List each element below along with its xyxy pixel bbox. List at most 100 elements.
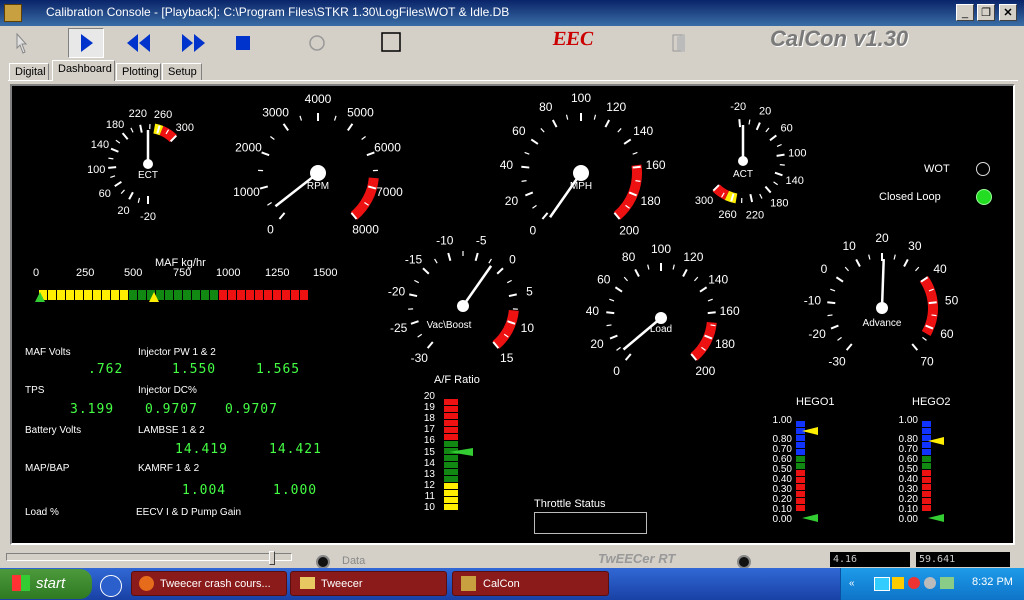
security-shield-icon[interactable] — [892, 577, 904, 589]
start-label: start — [36, 575, 66, 592]
pointer-icon[interactable] — [12, 30, 36, 56]
af-scale-label: 18 — [423, 413, 435, 425]
close-button[interactable]: ✕ — [999, 4, 1017, 21]
mph-tick — [632, 165, 641, 169]
record-icon[interactable] — [306, 30, 328, 56]
af-scale-label: 10 — [423, 502, 435, 513]
advance-tick — [835, 276, 844, 283]
maf-bar-segment — [138, 290, 146, 300]
status-radio[interactable] — [737, 555, 751, 569]
hego1-bar-segment — [796, 449, 805, 455]
load-tick — [707, 298, 713, 302]
maf-bar-segment — [201, 290, 209, 300]
af-bar-segment — [444, 476, 458, 482]
mph-tick — [635, 180, 641, 182]
ect-hub — [143, 159, 153, 169]
vac-tick — [409, 293, 418, 298]
slider-thumb[interactable] — [269, 551, 275, 565]
volume-icon[interactable] — [924, 577, 936, 589]
maf-bar-segment — [237, 290, 245, 300]
tps-value: 3.199 — [70, 402, 115, 417]
maf-bar-segment — [183, 290, 191, 300]
ect-tick-label: -20 — [140, 211, 156, 223]
data-radio[interactable] — [316, 555, 330, 569]
load-tick-label: 120 — [683, 250, 703, 264]
start-button[interactable]: start — [0, 569, 92, 599]
tab-digital[interactable]: Digital — [9, 63, 49, 80]
mph-tick-label: 40 — [500, 158, 514, 172]
mph-gauge: 0 20 40 60 80 100 120 140 160 180 200 MPH — [500, 91, 666, 237]
mph-tick — [623, 138, 632, 145]
hego2-bar — [922, 421, 931, 512]
hego2-bar-segment — [922, 421, 931, 427]
advance-tick-label: 50 — [945, 294, 959, 308]
ect-tick-label: 140 — [91, 139, 109, 151]
tab-plotting[interactable]: Plotting — [116, 63, 161, 80]
maf-bar-segment — [192, 290, 200, 300]
rewind-icon[interactable] — [124, 30, 154, 56]
rpm-tick-label: 6000 — [374, 141, 401, 155]
play-button[interactable] — [68, 28, 104, 58]
app-icon[interactable] — [4, 4, 22, 22]
ect-tick — [108, 157, 114, 160]
rpm-gauge: 0 1000 2000 3000 4000 5000 6000 7000 8000 RPM — [233, 92, 403, 237]
af-bar-segment — [444, 497, 458, 503]
vac-tick — [488, 258, 492, 264]
kamrf-label: KAMRF 1 & 2 — [138, 463, 200, 474]
window-title: Calibration Console - [Playback]: C:\Pro… — [46, 5, 510, 19]
hego1-bar-segment — [796, 484, 805, 490]
af-bar-segment — [444, 504, 458, 510]
ect-tick-label: 60 — [99, 188, 111, 200]
maf-bar-segment — [228, 290, 236, 300]
vac-tick-label: -5 — [476, 233, 487, 247]
mph-tick-label: 160 — [646, 158, 666, 172]
playback-slider[interactable] — [6, 553, 292, 561]
rpm-tick-label: 1000 — [233, 185, 260, 199]
act-tick — [769, 134, 777, 142]
door-icon[interactable] — [668, 30, 692, 56]
tray-chevron-icon[interactable]: « — [849, 578, 855, 589]
advance-tick-label: -30 — [828, 355, 846, 369]
taskbar-item-firefox[interactable]: Tweecer crash cours... — [131, 571, 287, 596]
hego2-label: HEGO2 — [912, 396, 951, 408]
tray-app-icon[interactable] — [940, 577, 954, 589]
media-player-icon[interactable] — [100, 575, 122, 597]
act-hub — [738, 156, 748, 166]
square-icon[interactable] — [380, 30, 402, 56]
load-tick — [647, 264, 650, 270]
vac-label: Vac\Boost — [427, 320, 472, 331]
injector-dc-label: Injector DC% — [138, 385, 197, 396]
hego2-bar-segment — [922, 498, 931, 504]
fast-forward-icon[interactable] — [178, 30, 208, 56]
network-icon[interactable] — [874, 577, 890, 591]
af-bar-segment — [444, 483, 458, 489]
ect-tick — [137, 197, 141, 203]
alert-icon[interactable] — [908, 577, 920, 589]
stop-icon[interactable] — [232, 30, 254, 56]
load-tick-label: 160 — [720, 304, 740, 318]
minimize-button[interactable]: _ — [956, 4, 974, 21]
tab-dashboard[interactable]: Dashboard — [52, 60, 115, 81]
tab-setup[interactable]: Setup — [162, 63, 202, 80]
af-bar-segment — [444, 469, 458, 475]
tweecer-logo: TwEECer RT — [598, 551, 676, 566]
act-tick — [755, 122, 761, 131]
tps-label: TPS — [25, 385, 45, 396]
eec-logo: EEC — [551, 28, 596, 50]
maf-scale-250: 250 — [76, 267, 95, 279]
ect-tick — [120, 189, 125, 195]
maf-bar-segment — [210, 290, 218, 300]
load-tick — [614, 286, 623, 293]
act-tick — [773, 181, 779, 186]
lambse-label: LAMBSE 1 & 2 — [138, 425, 205, 436]
maximize-button[interactable]: ❐ — [977, 4, 995, 21]
ect-label: ECT — [138, 170, 158, 181]
af-scale-label: 11 — [424, 490, 435, 502]
kamrf-2-value: 1.000 — [273, 483, 318, 498]
injector-pw-1-value: 1.550 — [172, 362, 217, 377]
ect-tick — [114, 180, 122, 188]
af-scale-label: 16 — [423, 435, 435, 447]
load-gauge: 0 20 40 60 80 100 120 140 160 180200 Load — [586, 242, 740, 378]
throttle-status-box — [534, 512, 647, 534]
load-pct-label: Load % — [25, 507, 59, 518]
